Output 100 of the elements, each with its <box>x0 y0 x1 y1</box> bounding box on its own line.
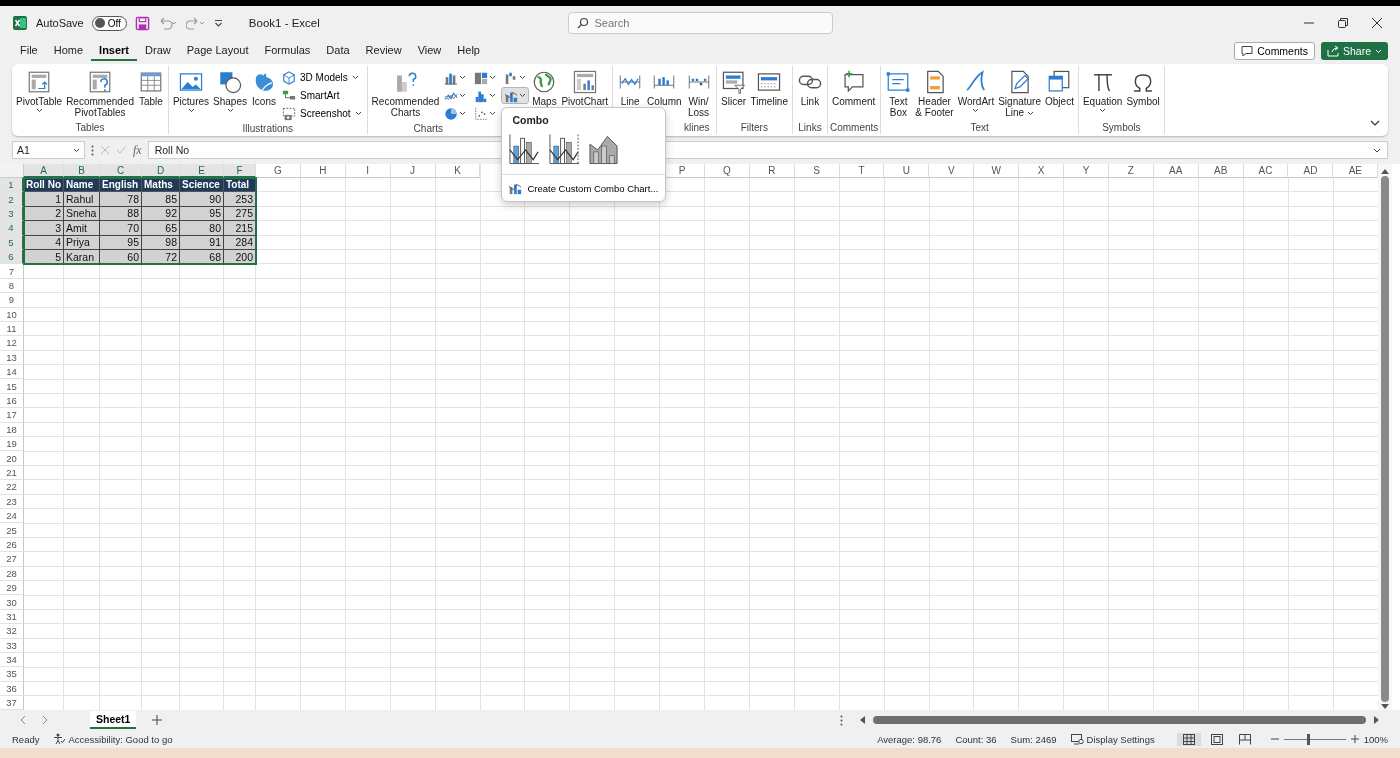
menu-tab[interactable]: Review <box>357 41 410 61</box>
letter-heading[interactable]: AB <box>1198 164 1244 178</box>
menu-tab[interactable]: Page Layout <box>178 41 257 61</box>
ribbon-button[interactable]: WordArt <box>955 68 997 114</box>
letter-heading[interactable]: J <box>390 164 436 178</box>
ribbon-button[interactable]: Shapes <box>211 68 249 114</box>
ribbon-button[interactable]: Equation <box>1080 68 1125 114</box>
ribbon-button[interactable]: Slicer <box>718 68 749 108</box>
ribbon-button[interactable]: SmartArt <box>279 87 365 104</box>
letter-heading[interactable]: C <box>100 164 142 178</box>
save-icon[interactable] <box>134 15 150 31</box>
menu-tab[interactable]: Home <box>45 41 92 61</box>
ribbon-button[interactable]: Timeline <box>748 68 790 108</box>
scroll-right-icon[interactable] <box>1374 716 1380 725</box>
column-line-chart-icon[interactable] <box>508 132 541 166</box>
row-number[interactable]: 20 <box>0 451 24 466</box>
letter-heading[interactable]: W <box>974 164 1020 178</box>
expand-icon[interactable] <box>1373 147 1381 153</box>
row-number[interactable]: 37 <box>0 696 24 711</box>
ribbon-button[interactable]: Pictures <box>170 68 212 114</box>
menu-tab[interactable]: File <box>12 41 46 61</box>
previous-sheet-icon[interactable] <box>20 715 26 726</box>
sheet-tab[interactable]: Sheet1 <box>90 711 137 730</box>
display-settings-link[interactable]: Display Settings <box>1086 733 1155 745</box>
row-number[interactable]: 25 <box>0 523 24 538</box>
letter-heading[interactable]: AD <box>1288 164 1334 178</box>
letter-heading[interactable]: R <box>749 164 795 178</box>
scroll-thumb[interactable] <box>1381 176 1389 703</box>
letter-heading[interactable]: K <box>435 164 481 178</box>
letter-heading[interactable]: V <box>929 164 975 178</box>
comments-button[interactable]: Comments <box>1234 42 1315 60</box>
letter-heading[interactable]: AC <box>1243 164 1289 178</box>
close-icon[interactable] <box>1372 18 1382 28</box>
ribbon-button[interactable]: Recommended Charts <box>369 68 442 119</box>
letter-heading[interactable]: B <box>64 164 100 178</box>
name-box[interactable]: A1 <box>12 141 85 159</box>
ribbon-button[interactable]: Text Box <box>883 68 914 119</box>
insert-function-button[interactable]: fx <box>133 142 142 158</box>
share-button[interactable]: Share <box>1320 42 1388 60</box>
ribbon-button[interactable]: Recommended PivotTables <box>64 68 136 119</box>
letter-heading[interactable]: Q <box>704 164 750 178</box>
row-number[interactable]: 14 <box>0 365 24 380</box>
ribbon-button[interactable]: Link <box>795 68 825 108</box>
row-number[interactable]: 1 <box>0 178 24 193</box>
letter-heading[interactable]: Z <box>1108 164 1154 178</box>
row-number[interactable]: 2 <box>0 192 24 207</box>
ribbon-button[interactable]: Signature Line <box>996 68 1043 119</box>
ribbon-button[interactable]: 3D Models <box>279 69 365 86</box>
scroll-up-icon[interactable] <box>1381 168 1389 174</box>
row-number[interactable]: 19 <box>0 437 24 452</box>
column-line-two-axis-chart-icon[interactable] <box>548 132 581 166</box>
letter-heading[interactable]: H <box>300 164 346 178</box>
menu-tab[interactable]: Help <box>449 41 488 61</box>
zoom-level[interactable]: 100% <box>1363 733 1388 745</box>
menu-tab[interactable]: Data <box>318 41 358 61</box>
ribbon-button[interactable]: Object <box>1043 68 1076 108</box>
letter-heading[interactable]: F <box>224 164 256 178</box>
menu-tab[interactable]: Formulas <box>256 41 319 61</box>
letter-heading[interactable]: Y <box>1064 164 1109 178</box>
letter-heading[interactable]: D <box>142 164 180 178</box>
slider-thumb[interactable] <box>1307 733 1310 745</box>
check-icon[interactable] <box>116 145 127 155</box>
ribbon-button[interactable]: Table <box>135 68 166 108</box>
ribbon-button[interactable]: Column <box>645 68 684 108</box>
chart-type-button[interactable] <box>501 87 530 104</box>
row-number[interactable]: 4 <box>0 221 24 236</box>
collapse-ribbon-icon[interactable] <box>1370 120 1380 126</box>
letter-heading[interactable]: A <box>24 164 64 178</box>
customize-caret-icon[interactable] <box>213 18 223 28</box>
restore-icon[interactable] <box>1338 18 1348 28</box>
ribbon-button[interactable]: Win/ Loss <box>683 68 714 119</box>
ribbon-button[interactable]: PivotTable <box>14 68 65 114</box>
letter-heading[interactable]: AE <box>1333 164 1378 178</box>
menu-tab[interactable]: Insert <box>91 41 138 61</box>
letter-heading[interactable]: S <box>794 164 840 178</box>
menu-item[interactable]: Create Custom Combo Chart... <box>502 175 665 197</box>
zoom-in-icon[interactable] <box>1350 735 1359 744</box>
letter-heading[interactable]: I <box>345 164 391 178</box>
ribbon-button[interactable]: Header & Footer <box>913 68 956 119</box>
search-field[interactable]: Search <box>567 12 833 34</box>
letter-heading[interactable]: AA <box>1153 164 1199 178</box>
autosave-toggle[interactable]: Off <box>91 15 127 31</box>
letter-heading[interactable]: X <box>1019 164 1065 178</box>
menu-tab[interactable]: Draw <box>137 41 179 61</box>
ribbon-button[interactable]: Screenshot <box>279 105 365 122</box>
scroll-thumb[interactable] <box>873 716 1366 725</box>
letter-heading[interactable]: G <box>256 164 301 178</box>
ribbon-button[interactable]: Icons <box>249 68 279 108</box>
ribbon-button[interactable]: Line <box>615 68 646 108</box>
view-button[interactable] <box>1176 732 1201 746</box>
ribbon-button[interactable]: Comment <box>830 68 878 108</box>
ribbon-button[interactable]: Maps <box>529 68 560 108</box>
ribbon-button[interactable]: PivotChart <box>559 68 611 108</box>
letter-heading[interactable]: U <box>884 164 930 178</box>
next-sheet-icon[interactable] <box>42 715 48 726</box>
row-number[interactable]: 30 <box>0 595 24 610</box>
ribbon-button[interactable]: Symbol <box>1124 68 1162 108</box>
row-number[interactable]: 35 <box>0 667 24 682</box>
add-sheet-icon[interactable] <box>152 715 163 726</box>
letter-heading[interactable]: T <box>839 164 885 178</box>
